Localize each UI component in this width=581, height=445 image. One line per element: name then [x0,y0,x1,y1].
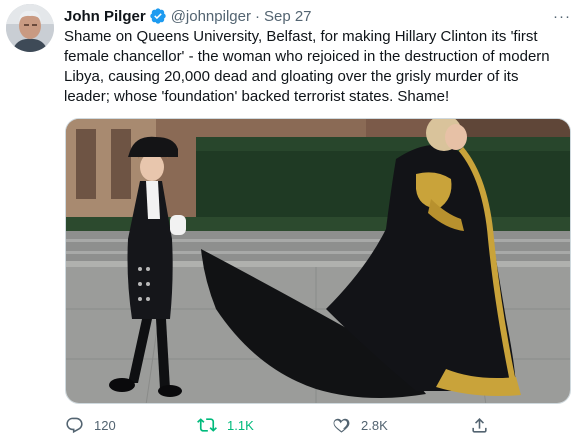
more-options-icon[interactable]: ··· [551,7,573,25]
retweet-icon [197,415,217,435]
separator-dot: · [254,7,260,25]
reply-count: 120 [94,417,116,433]
heart-icon [331,415,351,435]
retweet-count: 1.1K [227,417,254,433]
tweet-photo[interactable] [65,118,571,404]
tweet-text-line: Shame on Queens University, Belfast, for… [64,28,538,45]
tweet[interactable]: John Pilger @johnpilger · Sep 27 ··· Sha… [0,0,581,445]
display-name[interactable]: John Pilger [64,8,146,25]
tweet-header: John Pilger @johnpilger · Sep 27 [64,6,312,26]
timestamp[interactable]: Sep 27 [264,8,312,25]
like-button[interactable]: 2.8K [331,414,388,436]
like-count: 2.8K [361,417,388,433]
reply-button[interactable]: 120 [64,414,116,436]
tweet-text-line: Libya, causing 20,000 dead and gloating … [64,68,519,85]
tweet-text-line: female chancellor' - the woman who rejoi… [64,48,550,65]
share-icon [469,415,489,435]
tweet-actions-bar: 120 1.1K 2.8K [64,414,494,436]
tweet-text: Shame on Queens University, Belfast, for… [64,27,574,107]
verified-badge-icon [149,7,167,25]
tweet-text-line: leader; whose 'foundation' backed terror… [64,88,450,105]
reply-icon [64,415,84,435]
user-handle[interactable]: @johnpilger [171,8,251,25]
avatar[interactable] [6,4,54,52]
share-button[interactable] [469,414,499,436]
retweet-button[interactable]: 1.1K [197,414,254,436]
